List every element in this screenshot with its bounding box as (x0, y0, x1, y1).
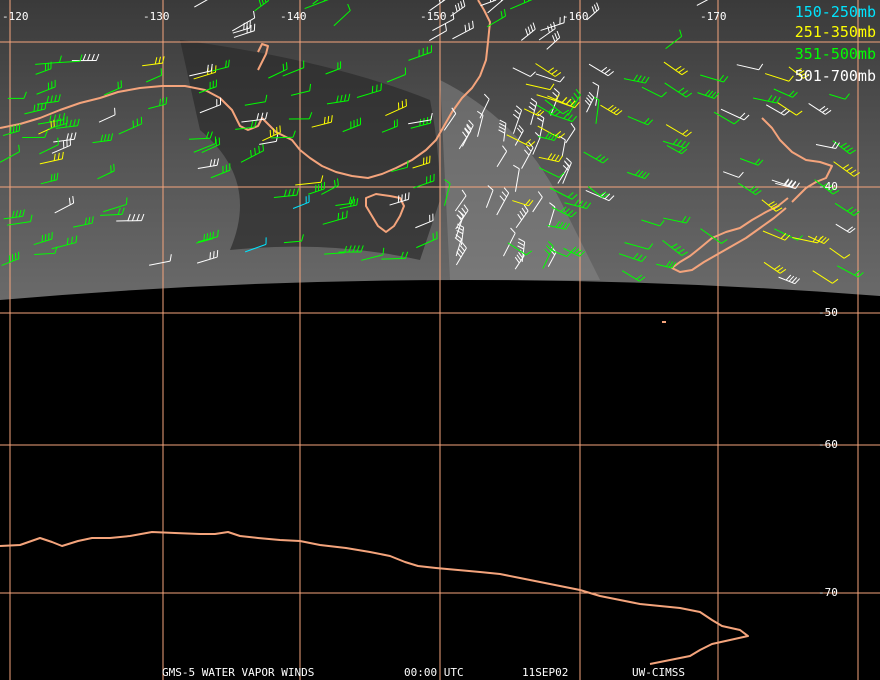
legend-entry-351-500mb: 351-500mb (794, 45, 876, 63)
wind-barb-feather (249, 20, 251, 29)
wind-barb-feather (346, 210, 348, 218)
wind-barb-feather (12, 125, 15, 133)
wind-barb-feather (18, 123, 21, 131)
wind-barb-feather (113, 163, 115, 171)
wind-barb-feather (243, 22, 245, 30)
latitude-label: -40 (818, 180, 838, 193)
observation-time: 00:00 UTC (404, 666, 464, 679)
longitude-label: -150 (420, 10, 447, 23)
wind-barb-shaft (271, 136, 294, 139)
wind-barb-feather (57, 137, 59, 145)
wind-barb-shaft (381, 257, 406, 260)
longitude-label: -130 (143, 10, 170, 23)
longitude-label: -160 (562, 10, 589, 23)
wind-barb-feather (15, 124, 18, 132)
legend-entry-501-700mb: 501-700mb (794, 67, 876, 85)
longitude-label: -120 (2, 10, 29, 23)
wind-barb-feather (9, 126, 12, 134)
latitude-label: -70 (818, 586, 838, 599)
longitude-label: -140 (280, 10, 307, 23)
footer-caption: GMS-5 WATER VAPOR WINDS 00:00 UTC 11SEP0… (0, 666, 880, 680)
wind-barb-feather (285, 62, 288, 70)
antarctica-coastline (0, 531, 749, 665)
longitude-label: -170 (700, 10, 727, 23)
latitude-label: -60 (818, 438, 838, 451)
wind-barb-feather (110, 165, 112, 173)
data-source: UW-CIMSS (632, 666, 685, 679)
latitude-label: -50 (818, 306, 838, 319)
wind-barb-feather (337, 212, 340, 220)
wind-barb-feather (282, 63, 285, 71)
satellite-wind-map: -120 -130 -140 -150 -160 -170 -40 -50 -6… (0, 0, 880, 680)
wind-barb-feather (341, 211, 344, 219)
observation-date: 11SEP02 (522, 666, 569, 679)
legend-entry-150-250mb: 150-250mb (794, 3, 876, 21)
product-name: GMS-5 WATER VAPOR WINDS (162, 666, 315, 679)
legend-entry-251-350mb: 251-350mb (794, 23, 876, 41)
